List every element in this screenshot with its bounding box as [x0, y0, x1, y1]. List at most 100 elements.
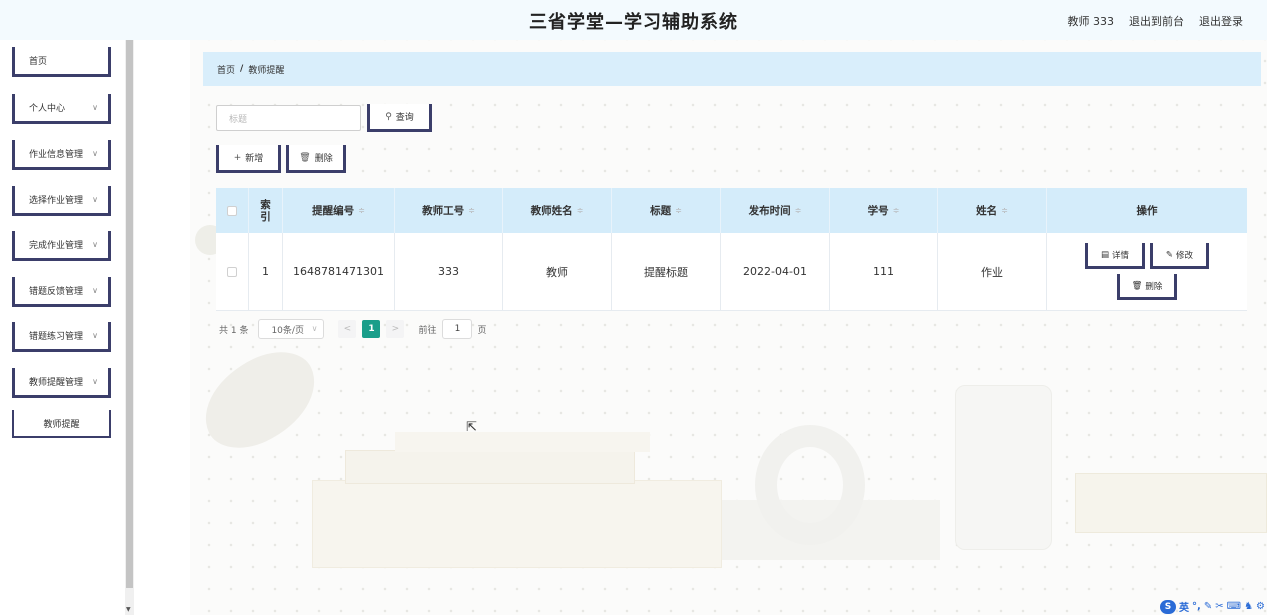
- row-checkbox[interactable]: [227, 266, 237, 277]
- sidebar-item-completed-homework[interactable]: 完成作业管理 ∨: [12, 231, 111, 261]
- ime-settings-icon[interactable]: ⚙: [1256, 601, 1265, 612]
- col-teacher-no-label: 教师工号: [422, 205, 465, 217]
- ime-scissors-icon[interactable]: ✂: [1215, 601, 1223, 612]
- cell-student-no: 111: [830, 233, 938, 310]
- col-teacher-name-label: 教师姓名: [530, 205, 573, 217]
- cell-teacher-name: 教师: [503, 233, 612, 310]
- decorative-box-image: [312, 480, 722, 568]
- col-ops-label: 操作: [1136, 205, 1158, 217]
- sort-icon[interactable]: ≑: [468, 206, 475, 215]
- goto-label: 前往: [418, 325, 437, 336]
- search-button-label: 查询: [395, 113, 414, 123]
- detail-button[interactable]: ▤ 详情: [1085, 243, 1145, 269]
- add-button-label: 新增: [245, 154, 264, 164]
- sort-icon[interactable]: ≑: [795, 206, 802, 215]
- col-name[interactable]: 姓名 ≑: [938, 188, 1047, 233]
- col-teacher-no[interactable]: 教师工号 ≑: [395, 188, 503, 233]
- top-header: 三省学堂—学习辅助系统 教师 333 退出到前台 退出登录: [0, 0, 1267, 40]
- sidebar-item-personal-center[interactable]: 个人中心 ∨: [12, 94, 111, 124]
- ime-punctuation-icon[interactable]: °,: [1192, 601, 1201, 612]
- col-student-no[interactable]: 学号 ≑: [830, 188, 938, 233]
- sort-icon[interactable]: ≑: [675, 206, 682, 215]
- chevron-down-icon: ∨: [92, 240, 98, 249]
- page-size-value: 10条/页: [271, 325, 304, 336]
- chevron-down-icon: ∨: [92, 286, 98, 295]
- detail-icon: ▤: [1100, 249, 1109, 260]
- sidebar-item-label: 错题练习管理: [29, 332, 84, 342]
- cell-title: 提醒标题: [612, 233, 721, 310]
- logout-link[interactable]: 退出登录: [1199, 13, 1243, 29]
- col-remind-no[interactable]: 提醒编号 ≑: [283, 188, 395, 233]
- prev-page-button[interactable]: <: [338, 320, 357, 338]
- cell-index: 1: [249, 233, 283, 310]
- chevron-down-icon: ∨: [92, 103, 98, 112]
- back-to-front-link[interactable]: 退出到前台: [1129, 13, 1184, 29]
- col-index: 索引: [249, 188, 283, 233]
- chevron-down-icon: ∨: [92, 377, 98, 386]
- col-remind-no-label: 提醒编号: [312, 205, 355, 217]
- col-publish-time[interactable]: 发布时间 ≑: [721, 188, 830, 233]
- current-page-button[interactable]: 1: [362, 320, 381, 338]
- row-delete-button[interactable]: 🗑 删除: [1117, 274, 1177, 300]
- select-all-checkbox[interactable]: [227, 205, 237, 216]
- sidebar-item-teacher-remind-admin[interactable]: 教师提醒管理 ∨: [12, 368, 111, 398]
- cell-teacher-no: 333: [395, 233, 503, 310]
- ime-keyboard-icon[interactable]: ⌨: [1227, 601, 1241, 612]
- sidebar-subitem-teacher-remind[interactable]: 教师提醒: [12, 410, 111, 438]
- ime-logo-icon[interactable]: S: [1160, 599, 1177, 614]
- edit-icon: ✎: [1165, 249, 1174, 260]
- plus-icon: +: [233, 152, 242, 163]
- sidebar-item-select-homework[interactable]: 选择作业管理 ∨: [12, 186, 111, 216]
- row-select-cell: [216, 233, 249, 310]
- col-title[interactable]: 标题 ≑: [612, 188, 721, 233]
- sidebar-item-label: 个人中心: [29, 104, 66, 114]
- ime-toolbar[interactable]: S 英 °, ✎ ✂ ⌨ ♞ ⚙: [1160, 599, 1265, 614]
- delete-button[interactable]: 🗑 删除: [286, 145, 346, 173]
- next-page-button[interactable]: >: [386, 320, 405, 338]
- edit-button[interactable]: ✎ 修改: [1150, 243, 1209, 269]
- scroll-down-arrow-icon[interactable]: ▼: [126, 606, 131, 613]
- col-ops: 操作: [1047, 188, 1247, 233]
- ime-skin-icon[interactable]: ♞: [1244, 601, 1253, 612]
- header-nav: 教师 333 退出到前台 退出登录: [1068, 13, 1244, 29]
- decorative-ring-image: [755, 425, 865, 545]
- ime-mode-label[interactable]: 英: [1179, 599, 1189, 614]
- title-search-input[interactable]: 标题: [216, 105, 361, 131]
- sort-icon[interactable]: ≑: [577, 206, 584, 215]
- search-button[interactable]: ⚲ 查询: [367, 104, 432, 132]
- breadcrumb-separator: /: [240, 64, 244, 74]
- sidebar-item-homework-info[interactable]: 作业信息管理 ∨: [12, 140, 111, 170]
- row-delete-button-label: 删除: [1145, 281, 1163, 292]
- mouse-cursor-icon: ⇱: [466, 420, 477, 435]
- sort-icon[interactable]: ≑: [893, 206, 900, 215]
- sidebar-item-label: 首页: [29, 57, 48, 67]
- breadcrumb: 首页 / 教师提醒: [203, 52, 1261, 86]
- sidebar-item-label: 作业信息管理: [29, 150, 84, 160]
- table-header: 索引 提醒编号 ≑ 教师工号 ≑ 教师姓名 ≑ 标题 ≑ 发布时间 ≑ 学号 ≑ 姓名 ≑ 操…: [216, 188, 1247, 233]
- goto-page-input[interactable]: 1: [442, 319, 473, 339]
- sidebar-item-error-practice[interactable]: 错题练习管理 ∨: [12, 322, 111, 352]
- sidebar-item-label: 教师提醒管理: [29, 378, 84, 388]
- col-student-no-label: 学号: [867, 205, 889, 217]
- sort-icon[interactable]: ≑: [1001, 206, 1008, 215]
- trash-icon: 🗑: [299, 152, 311, 163]
- breadcrumb-home[interactable]: 首页: [217, 63, 235, 76]
- add-button[interactable]: + 新增: [216, 145, 281, 173]
- ime-pen-icon[interactable]: ✎: [1204, 601, 1212, 612]
- cell-remind-no: 1648781471301: [283, 233, 395, 310]
- sidebar-scroll-thumb[interactable]: [126, 40, 133, 588]
- sidebar-item-home[interactable]: 首页: [12, 47, 111, 77]
- sidebar-scrollbar[interactable]: ▼: [125, 40, 134, 615]
- current-user-label: 教师 333: [1067, 15, 1115, 28]
- trash-icon: 🗑: [1131, 280, 1143, 291]
- sidebar-item-error-feedback[interactable]: 错题反馈管理 ∨: [12, 277, 111, 307]
- search-icon: ⚲: [385, 111, 392, 122]
- page-size-select[interactable]: 10条/页 ∨: [258, 319, 325, 339]
- decorative-cylinder-image: [955, 385, 1052, 550]
- pagination: 共 1 条 10条/页 ∨ < 1 > 前往 1 页: [219, 319, 486, 339]
- sort-icon[interactable]: ≑: [358, 206, 365, 215]
- col-title-label: 标题: [650, 205, 672, 217]
- col-teacher-name[interactable]: 教师姓名 ≑: [503, 188, 612, 233]
- select-all-cell: [216, 188, 249, 233]
- sidebar-item-label: 选择作业管理: [29, 196, 84, 206]
